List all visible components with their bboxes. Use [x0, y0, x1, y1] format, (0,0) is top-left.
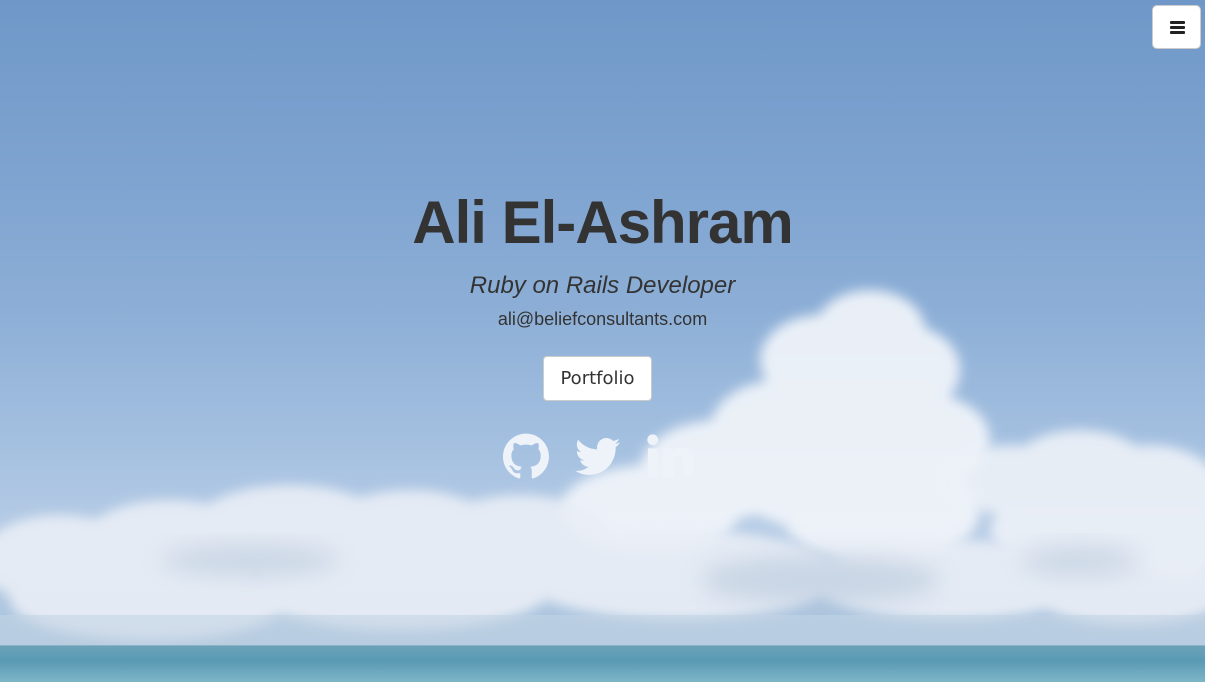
github-icon: [503, 433, 549, 479]
menu-toggle-button[interactable]: [1152, 5, 1201, 49]
github-link[interactable]: [502, 433, 550, 479]
linkedin-icon: [647, 434, 694, 478]
sea-horizon: [0, 645, 1205, 682]
profile-email: ali@beliefconsultants.com: [497, 309, 708, 329]
twitter-link[interactable]: [574, 433, 622, 479]
profile-title: Ruby on Rails Developer: [469, 272, 736, 299]
twitter-icon: [575, 438, 621, 475]
profile-name: Ali El-Ashram: [412, 189, 793, 256]
linkedin-link[interactable]: [645, 433, 694, 479]
cloud-background: [0, 290, 1205, 647]
hero-background: Ali El-Ashram Ruby on Rails Developer al…: [0, 0, 1205, 682]
portfolio-button[interactable]: Portfolio: [543, 356, 652, 401]
